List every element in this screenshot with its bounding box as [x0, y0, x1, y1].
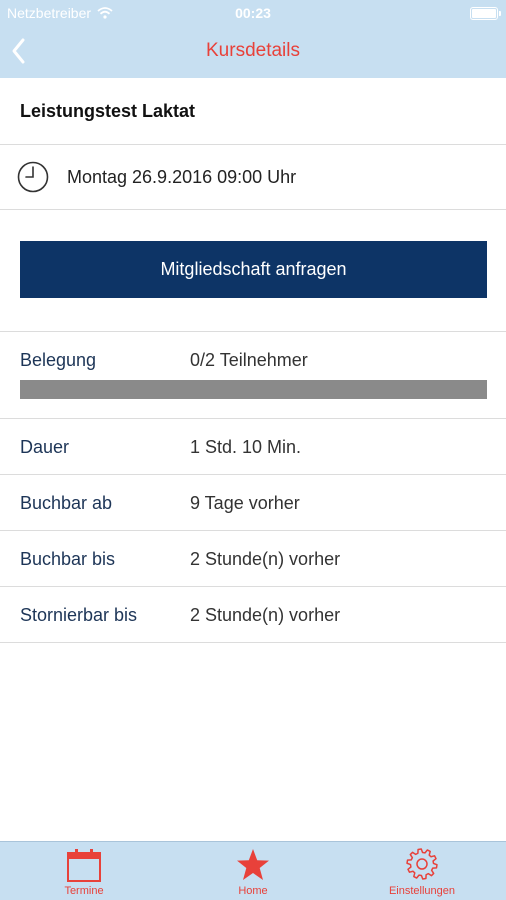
divider [0, 586, 506, 587]
divider [0, 530, 506, 531]
star-icon [237, 849, 269, 880]
course-datetime: Montag 26.9.2016 09:00 Uhr [67, 167, 297, 187]
occupancy-remaining-fill [20, 380, 487, 399]
status-time: 00:23 [235, 5, 271, 21]
detail-value-bookable-from: 9 Tage vorher [190, 493, 300, 513]
occupancy-value: 0/2 Teilnehmer [190, 350, 308, 370]
gear-icon [406, 848, 438, 880]
divider [0, 474, 506, 475]
clock-icon [17, 161, 49, 193]
page-title: Kursdetails [206, 40, 300, 61]
status-bar: Netzbetreiber 00:23 [0, 0, 506, 26]
tab-einstellungen[interactable]: Einstellungen [338, 842, 506, 900]
detail-value-cancellable-until: 2 Stunde(n) vorher [190, 605, 341, 625]
tab-termine-label: Termine [64, 885, 104, 897]
occupancy-label: Belegung [20, 350, 97, 370]
detail-value-bookable-until: 2 Stunde(n) vorher [190, 549, 341, 569]
divider [0, 642, 506, 643]
divider [0, 418, 506, 419]
occupancy-progress-bar [20, 380, 487, 399]
detail-value-duration: 1 Std. 10 Min. [190, 437, 302, 457]
detail-label-cancellable-until: Stornierbar bis [20, 605, 138, 625]
calendar-icon [67, 849, 101, 882]
top-bar: Netzbetreiber 00:23 Kursdetails [0, 0, 506, 78]
divider [0, 209, 506, 210]
divider [0, 331, 506, 332]
tab-einstellungen-label: Einstellungen [388, 885, 456, 897]
detail-label-duration: Dauer [20, 437, 70, 457]
detail-label-bookable-from: Buchbar ab [20, 493, 113, 513]
tab-termine[interactable]: Termine [0, 842, 168, 900]
tab-home-label: Home [238, 885, 268, 897]
navigation-bar: Kursdetails [0, 26, 506, 78]
detail-label-bookable-until: Buchbar bis [20, 549, 116, 569]
request-membership-button[interactable]: Mitgliedschaft anfragen [20, 241, 487, 298]
course-datetime-row: Montag 26.9.2016 09:00 Uhr [0, 145, 506, 209]
battery-icon [470, 7, 501, 20]
tab-home[interactable]: Home [169, 842, 337, 900]
course-title: Leistungstest Laktat [20, 101, 196, 121]
tab-bar: Termine Home Einstellungen [0, 841, 506, 900]
